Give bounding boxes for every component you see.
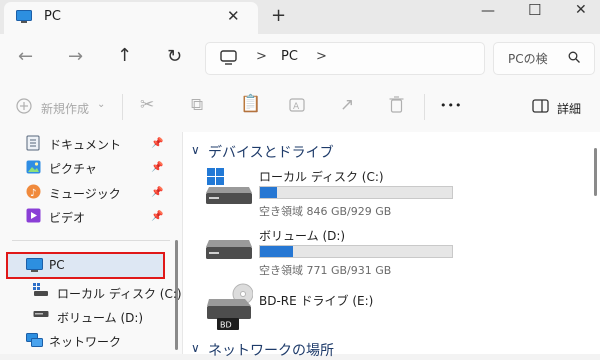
paste-icon[interactable]: 📋: [240, 94, 261, 114]
pin-icon[interactable]: 📌: [151, 211, 163, 222]
new-tab-button[interactable]: +: [271, 5, 286, 26]
cut-icon[interactable]: ✂: [140, 95, 154, 115]
delete-icon[interactable]: [389, 96, 404, 113]
close-window-icon[interactable]: ✕: [575, 2, 587, 18]
breadcrumb-chevron-icon[interactable]: >: [316, 49, 327, 64]
search-placeholder: PCの検: [508, 52, 548, 66]
sidebar-item-local-disk-c[interactable]: ローカル ディスク (C:): [57, 285, 182, 302]
pin-icon[interactable]: 📌: [151, 162, 163, 173]
video-icon: [26, 208, 41, 223]
drive-c-usage-fill: [260, 187, 278, 198]
details-pane-icon: [532, 99, 549, 113]
pin-icon[interactable]: 📌: [151, 138, 163, 149]
drive-e-name[interactable]: BD-RE ドライブ (E:): [259, 292, 373, 309]
more-options-icon[interactable]: •••: [440, 99, 462, 112]
chevron-down-icon[interactable]: ⌄: [97, 99, 105, 110]
drive-c-name[interactable]: ローカル ディスク (C:): [259, 168, 384, 185]
divider: [12, 240, 170, 241]
address-bar[interactable]: [205, 42, 485, 75]
new-button[interactable]: 新規作成: [41, 100, 89, 117]
search-icon[interactable]: [568, 51, 580, 63]
drive-d-name[interactable]: ボリューム (D:): [259, 227, 345, 244]
pc-icon: [26, 258, 43, 272]
sidebar-item-volume-d[interactable]: ボリューム (D:): [57, 309, 143, 326]
section-devices-drives[interactable]: デバイスとドライブ: [208, 142, 334, 162]
bd-badge: BD: [220, 321, 232, 330]
drive-icon: [33, 283, 48, 296]
minimize-icon[interactable]: —: [481, 3, 495, 19]
bd-drive-icon[interactable]: BD: [205, 283, 253, 331]
drive-c-free-space: 空き領域 846 GB/929 GB: [259, 205, 392, 218]
sidebar-item-pc-label: PC: [49, 258, 65, 272]
divider: [122, 94, 123, 120]
forward-icon[interactable]: →: [68, 46, 83, 67]
document-icon: [26, 135, 40, 151]
pin-icon[interactable]: 📌: [151, 187, 163, 198]
content-scrollbar[interactable]: [594, 148, 597, 196]
divider: [424, 94, 425, 120]
drive-d-usage-fill: [260, 246, 293, 257]
chevron-down-icon[interactable]: ∨: [191, 341, 200, 355]
breadcrumb-pc[interactable]: PC: [281, 49, 298, 64]
maximize-icon[interactable]: ☐: [528, 1, 541, 19]
drive-d-free-space: 空き領域 771 GB/931 GB: [259, 264, 392, 277]
up-icon[interactable]: ↑: [117, 45, 132, 66]
monitor-icon: [220, 50, 237, 65]
sidebar-item-video[interactable]: ビデオ: [49, 209, 85, 226]
tab-pc[interactable]: [4, 2, 258, 34]
drive-d-usage-bar: [259, 245, 453, 258]
breadcrumb-separator-icon[interactable]: >: [256, 49, 267, 64]
back-icon[interactable]: ←: [18, 46, 33, 67]
share-icon[interactable]: ↗: [340, 95, 354, 115]
sidebar-item-pictures[interactable]: ピクチャ: [49, 160, 97, 177]
new-icon: [16, 98, 32, 114]
rename-icon[interactable]: A: [289, 97, 305, 113]
hdd-icon[interactable]: [205, 238, 253, 264]
sidebar-item-music[interactable]: ミュージック: [49, 185, 121, 202]
music-icon: ♪: [26, 184, 41, 199]
refresh-icon[interactable]: ↻: [167, 46, 182, 67]
drive-c-usage-bar: [259, 186, 453, 199]
drive-icon: [33, 311, 49, 317]
copy-icon[interactable]: ⧉: [191, 95, 203, 115]
sidebar-item-documents[interactable]: ドキュメント: [49, 136, 121, 153]
pc-icon: [16, 10, 32, 23]
svg-text:A: A: [293, 102, 300, 112]
section-network-locations[interactable]: ネットワークの場所: [208, 340, 334, 360]
network-icon: [26, 333, 43, 347]
chevron-down-icon[interactable]: ∨: [191, 143, 200, 157]
close-tab-icon[interactable]: ✕: [227, 7, 240, 25]
hdd-windows-icon[interactable]: [205, 168, 253, 206]
svg-text:♪: ♪: [30, 188, 36, 199]
pictures-icon: [26, 160, 41, 174]
tab-title: PC: [44, 9, 61, 24]
sidebar-item-network[interactable]: ネットワーク: [49, 333, 121, 350]
details-button[interactable]: 詳細: [557, 100, 581, 117]
